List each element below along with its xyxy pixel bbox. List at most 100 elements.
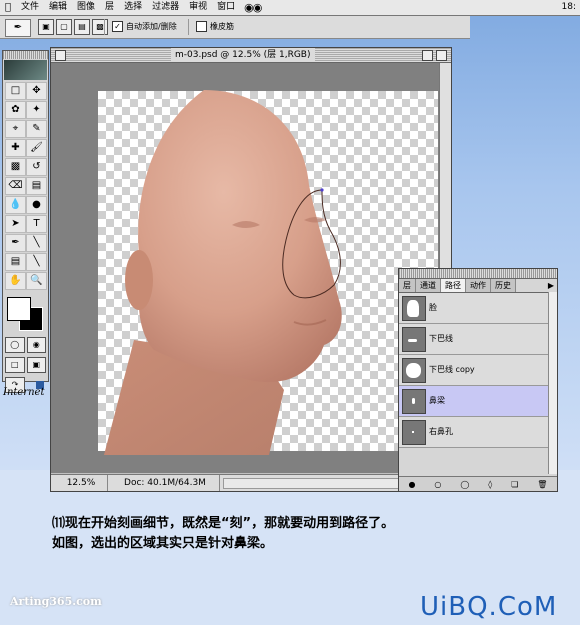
tab-actions[interactable]: 动作 [466, 279, 491, 292]
document-status-bar: 12.5% Doc: 40.1M/64.3M [51, 474, 451, 491]
tutorial-caption: ⑾现在开始刻画细节，既然是“刻”，那就要动用到路径了。 如图，选出的区域其实只是… [52, 514, 394, 554]
path-row[interactable]: 脸 [399, 293, 557, 324]
crop-tool-icon[interactable]: ⌖ [5, 120, 26, 138]
lasso-tool-icon[interactable]: ✿ [5, 101, 26, 119]
document-size-info[interactable]: Doc: 40.1M/64.3M [111, 475, 220, 491]
menu-filter[interactable]: 过滤器 [147, 0, 184, 15]
menubar-clock: 18: [561, 2, 576, 12]
path-thumbnail [402, 420, 426, 445]
line-tool-icon[interactable]: ╲ [26, 234, 47, 252]
rubber-band-checkbox[interactable]: 橡皮筋 [196, 21, 234, 32]
pen-tool-icon[interactable]: ✒ [5, 234, 26, 252]
palette-menu-arrow-icon[interactable]: ▶ [545, 279, 557, 292]
brush-tool-icon[interactable]: 🖌 [26, 139, 47, 157]
face-illustration [104, 90, 342, 455]
path-row-selected[interactable]: 鼻梁 [399, 386, 557, 417]
auto-add-delete-label: 自动添加/删除 [126, 22, 177, 31]
move-tool-icon[interactable]: ✥ [26, 82, 47, 100]
tab-paths[interactable]: 路径 [441, 279, 466, 292]
path-mode-exclude-icon[interactable]: ▩ [92, 19, 108, 35]
path-select-tool-icon[interactable]: ➤ [5, 215, 26, 233]
photoshop-logo [4, 60, 47, 80]
standard-mode-icon[interactable]: ◯ [5, 337, 25, 353]
eyes-icon: ◉◉ [244, 1, 262, 14]
document-titlebar[interactable]: m-03.psd @ 12.5% (层 1,RGB) [51, 48, 451, 63]
close-box-icon[interactable] [55, 50, 66, 61]
auto-add-delete-checkbox[interactable]: ✓ 自动添加/删除 [112, 21, 177, 32]
clone-stamp-tool-icon[interactable]: ▩ [5, 158, 26, 176]
menu-bar:  文件 编辑 图像 层 选择 过滤器 审视 窗口 ◉◉ 18: [0, 0, 580, 16]
menu-window[interactable]: 窗口 [212, 0, 240, 15]
caption-line-1: ⑾现在开始刻画细节，既然是“刻”，那就要动用到路径了。 [52, 516, 395, 531]
magic-wand-tool-icon[interactable]: ✦ [26, 101, 47, 119]
options-divider [104, 19, 105, 35]
menu-file[interactable]: 文件 [16, 0, 44, 15]
tool-grid: □ ✥ ✿ ✦ ⌖ ✎ ✚ 🖌 ▩ ↺ ⌫ ▤ 💧 ● ➤ T ✒ ╲ ▤ ╲ … [3, 81, 48, 291]
caption-line-2: 如图，选出的区域其实只是针对鼻梁。 [52, 536, 274, 551]
make-work-path-icon[interactable]: ◊ [488, 480, 492, 489]
path-row[interactable]: 下巴线 copy [399, 355, 557, 386]
foreground-color-swatch[interactable] [7, 297, 31, 321]
path-mode-subtract-icon[interactable]: ▢ [56, 19, 72, 35]
zoom-box-icon[interactable] [422, 50, 433, 61]
checkmark-icon: ✓ [112, 21, 123, 32]
watermark-left: Arting365.com [10, 595, 102, 608]
path-thumbnail [402, 327, 426, 352]
tab-history[interactable]: 历史 [491, 279, 516, 292]
screen-mode-row: □ ▣ [3, 355, 48, 375]
path-anchor-point[interactable] [320, 188, 324, 192]
path-row[interactable]: 右鼻孔 [399, 417, 557, 448]
tab-layers[interactable]: 层 [399, 279, 416, 292]
eraser-tool-icon[interactable]: ⌫ [5, 177, 26, 195]
blur-tool-icon[interactable]: 💧 [5, 196, 26, 214]
fill-path-icon[interactable]: ● [408, 480, 415, 489]
collapse-box-icon[interactable] [436, 50, 447, 61]
type-tool-icon[interactable]: T [26, 215, 47, 233]
screen-mode-standard-icon[interactable]: □ [5, 357, 25, 373]
path-thumbnail [402, 296, 426, 321]
delete-path-icon[interactable]: 🗑 [537, 480, 547, 489]
menu-view[interactable]: 审视 [184, 0, 212, 15]
stroke-path-icon[interactable]: ○ [434, 480, 441, 489]
zoom-level[interactable]: 12.5% [55, 475, 108, 491]
dodge-tool-icon[interactable]: ● [26, 196, 47, 214]
marquee-tool-icon[interactable]: □ [5, 82, 26, 100]
gradient-tool-icon[interactable]: ▤ [26, 177, 47, 195]
path-name: 鼻梁 [429, 396, 445, 405]
palette-titlebar[interactable] [399, 269, 557, 279]
history-brush-tool-icon[interactable]: ↺ [26, 158, 47, 176]
screen-mode-full-icon[interactable]: ▣ [26, 357, 46, 373]
zoom-tool-icon[interactable]: 🔍 [26, 272, 47, 290]
pencil-tool-icon[interactable]: ✎ [26, 120, 47, 138]
tab-channels[interactable]: 通道 [416, 279, 441, 292]
path-thumbnail [402, 389, 426, 414]
path-mode-buttons: ▣ ▢ ▤ ▩ [38, 19, 110, 35]
load-selection-icon[interactable]: ◯ [460, 480, 469, 489]
document-title: m-03.psd @ 12.5% (层 1,RGB) [171, 48, 315, 62]
eyedropper-tool-icon[interactable]: ╲ [26, 253, 47, 271]
path-row[interactable]: 下巴线 [399, 324, 557, 355]
hand-tool-icon[interactable]: ✋ [5, 272, 26, 290]
path-mode-intersect-icon[interactable]: ▤ [74, 19, 90, 35]
pen-tool-options-icon[interactable]: ✒ [5, 19, 31, 37]
notes-tool-icon[interactable]: ▤ [5, 253, 26, 271]
menu-select[interactable]: 选择 [119, 0, 147, 15]
path-name: 下巴线 copy [429, 365, 475, 374]
healing-tool-icon[interactable]: ✚ [5, 139, 26, 157]
palette-scrollbar[interactable] [548, 292, 557, 474]
apple-icon[interactable]:  [0, 2, 16, 13]
watermark-right: UiBQ.CoM [420, 592, 558, 622]
menu-edit[interactable]: 编辑 [44, 0, 72, 15]
menu-layer[interactable]: 层 [100, 0, 119, 15]
rubber-band-label: 橡皮筋 [210, 22, 234, 31]
options-divider [188, 19, 189, 35]
menu-image[interactable]: 图像 [72, 0, 100, 15]
internet-label[interactable]: Internet [3, 387, 44, 398]
head-shape [127, 90, 342, 383]
quick-mask-icon[interactable]: ◉ [26, 337, 46, 353]
tool-options-bar: ✒ ▣ ▢ ▤ ▩ ✓ 自动添加/删除 橡皮筋 [0, 16, 470, 39]
toolbox-titlebar[interactable] [3, 51, 48, 59]
new-path-icon[interactable]: ❏ [511, 480, 518, 489]
path-mode-add-icon[interactable]: ▣ [38, 19, 54, 35]
toolbox-palette: □ ✥ ✿ ✦ ⌖ ✎ ✚ 🖌 ▩ ↺ ⌫ ▤ 💧 ● ➤ T ✒ ╲ ▤ ╲ … [2, 50, 49, 393]
